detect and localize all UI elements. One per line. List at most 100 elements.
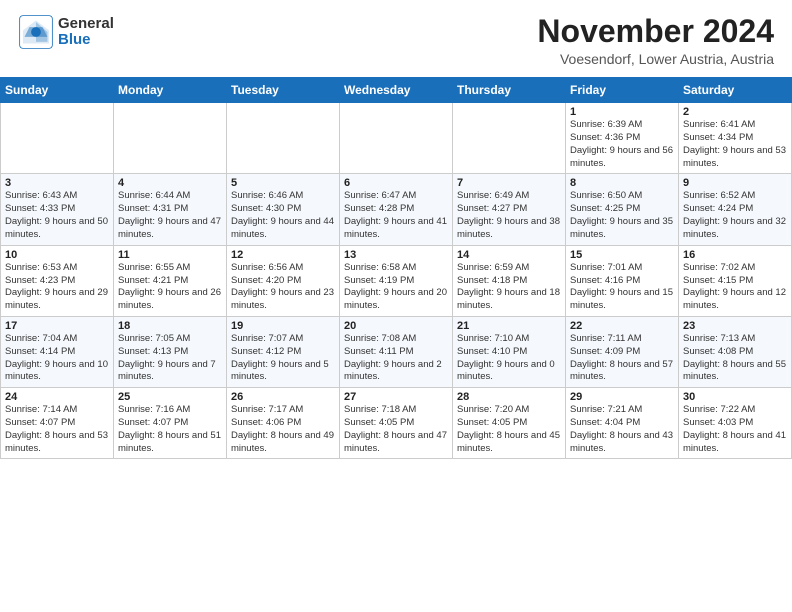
header-monday: Monday: [114, 78, 227, 103]
table-row: 3Sunrise: 6:43 AM Sunset: 4:33 PM Daylig…: [1, 174, 114, 245]
table-row: [340, 103, 453, 174]
table-row: 4Sunrise: 6:44 AM Sunset: 4:31 PM Daylig…: [114, 174, 227, 245]
calendar-week-row: 3Sunrise: 6:43 AM Sunset: 4:33 PM Daylig…: [1, 174, 792, 245]
day-number: 30: [683, 391, 787, 403]
day-info: Sunrise: 6:58 AM Sunset: 4:19 PM Dayligh…: [344, 262, 448, 313]
day-info: Sunrise: 7:18 AM Sunset: 4:05 PM Dayligh…: [344, 404, 448, 455]
day-number: 5: [231, 177, 335, 189]
day-number: 29: [570, 391, 674, 403]
table-row: 19Sunrise: 7:07 AM Sunset: 4:12 PM Dayli…: [227, 316, 340, 387]
day-info: Sunrise: 7:05 AM Sunset: 4:13 PM Dayligh…: [118, 333, 222, 384]
day-info: Sunrise: 7:14 AM Sunset: 4:07 PM Dayligh…: [5, 404, 109, 455]
table-row: 22Sunrise: 7:11 AM Sunset: 4:09 PM Dayli…: [566, 316, 679, 387]
day-info: Sunrise: 7:01 AM Sunset: 4:16 PM Dayligh…: [570, 262, 674, 313]
day-info: Sunrise: 7:21 AM Sunset: 4:04 PM Dayligh…: [570, 404, 674, 455]
table-row: 6Sunrise: 6:47 AM Sunset: 4:28 PM Daylig…: [340, 174, 453, 245]
day-number: 27: [344, 391, 448, 403]
day-info: Sunrise: 6:52 AM Sunset: 4:24 PM Dayligh…: [683, 190, 787, 241]
calendar-table: Sunday Monday Tuesday Wednesday Thursday…: [0, 77, 792, 459]
table-row: 18Sunrise: 7:05 AM Sunset: 4:13 PM Dayli…: [114, 316, 227, 387]
day-number: 6: [344, 177, 448, 189]
day-number: 28: [457, 391, 561, 403]
day-number: 10: [5, 249, 109, 261]
title-block: November 2024 Voesendorf, Lower Austria,…: [537, 14, 774, 67]
day-info: Sunrise: 7:02 AM Sunset: 4:15 PM Dayligh…: [683, 262, 787, 313]
logo: General Blue: [18, 14, 114, 50]
day-number: 22: [570, 320, 674, 332]
day-info: Sunrise: 7:13 AM Sunset: 4:08 PM Dayligh…: [683, 333, 787, 384]
day-number: 21: [457, 320, 561, 332]
table-row: 28Sunrise: 7:20 AM Sunset: 4:05 PM Dayli…: [453, 388, 566, 459]
day-info: Sunrise: 7:22 AM Sunset: 4:03 PM Dayligh…: [683, 404, 787, 455]
logo-text: General Blue: [58, 16, 114, 49]
header-sunday: Sunday: [1, 78, 114, 103]
day-info: Sunrise: 7:07 AM Sunset: 4:12 PM Dayligh…: [231, 333, 335, 384]
calendar-week-row: 1Sunrise: 6:39 AM Sunset: 4:36 PM Daylig…: [1, 103, 792, 174]
table-row: 13Sunrise: 6:58 AM Sunset: 4:19 PM Dayli…: [340, 245, 453, 316]
day-info: Sunrise: 7:10 AM Sunset: 4:10 PM Dayligh…: [457, 333, 561, 384]
table-row: 21Sunrise: 7:10 AM Sunset: 4:10 PM Dayli…: [453, 316, 566, 387]
table-row: [114, 103, 227, 174]
table-row: 25Sunrise: 7:16 AM Sunset: 4:07 PM Dayli…: [114, 388, 227, 459]
day-info: Sunrise: 7:17 AM Sunset: 4:06 PM Dayligh…: [231, 404, 335, 455]
day-number: 9: [683, 177, 787, 189]
day-info: Sunrise: 7:16 AM Sunset: 4:07 PM Dayligh…: [118, 404, 222, 455]
day-number: 12: [231, 249, 335, 261]
table-row: 24Sunrise: 7:14 AM Sunset: 4:07 PM Dayli…: [1, 388, 114, 459]
day-number: 26: [231, 391, 335, 403]
header: General Blue November 2024 Voesendorf, L…: [0, 0, 792, 75]
table-row: 2Sunrise: 6:41 AM Sunset: 4:34 PM Daylig…: [679, 103, 792, 174]
table-row: 11Sunrise: 6:55 AM Sunset: 4:21 PM Dayli…: [114, 245, 227, 316]
table-row: 29Sunrise: 7:21 AM Sunset: 4:04 PM Dayli…: [566, 388, 679, 459]
day-number: 18: [118, 320, 222, 332]
day-number: 20: [344, 320, 448, 332]
day-info: Sunrise: 6:56 AM Sunset: 4:20 PM Dayligh…: [231, 262, 335, 313]
location-subtitle: Voesendorf, Lower Austria, Austria: [537, 51, 774, 67]
table-row: [1, 103, 114, 174]
day-info: Sunrise: 6:47 AM Sunset: 4:28 PM Dayligh…: [344, 190, 448, 241]
day-number: 24: [5, 391, 109, 403]
day-number: 8: [570, 177, 674, 189]
header-thursday: Thursday: [453, 78, 566, 103]
table-row: 5Sunrise: 6:46 AM Sunset: 4:30 PM Daylig…: [227, 174, 340, 245]
table-row: 20Sunrise: 7:08 AM Sunset: 4:11 PM Dayli…: [340, 316, 453, 387]
day-info: Sunrise: 6:50 AM Sunset: 4:25 PM Dayligh…: [570, 190, 674, 241]
day-info: Sunrise: 6:49 AM Sunset: 4:27 PM Dayligh…: [457, 190, 561, 241]
table-row: 26Sunrise: 7:17 AM Sunset: 4:06 PM Dayli…: [227, 388, 340, 459]
page: General Blue November 2024 Voesendorf, L…: [0, 0, 792, 612]
day-info: Sunrise: 6:41 AM Sunset: 4:34 PM Dayligh…: [683, 119, 787, 170]
day-number: 13: [344, 249, 448, 261]
day-number: 1: [570, 106, 674, 118]
header-saturday: Saturday: [679, 78, 792, 103]
calendar-week-row: 10Sunrise: 6:53 AM Sunset: 4:23 PM Dayli…: [1, 245, 792, 316]
table-row: 30Sunrise: 7:22 AM Sunset: 4:03 PM Dayli…: [679, 388, 792, 459]
day-number: 2: [683, 106, 787, 118]
day-number: 23: [683, 320, 787, 332]
calendar-week-row: 24Sunrise: 7:14 AM Sunset: 4:07 PM Dayli…: [1, 388, 792, 459]
table-row: 27Sunrise: 7:18 AM Sunset: 4:05 PM Dayli…: [340, 388, 453, 459]
day-info: Sunrise: 7:04 AM Sunset: 4:14 PM Dayligh…: [5, 333, 109, 384]
table-row: 23Sunrise: 7:13 AM Sunset: 4:08 PM Dayli…: [679, 316, 792, 387]
day-info: Sunrise: 6:59 AM Sunset: 4:18 PM Dayligh…: [457, 262, 561, 313]
table-row: 17Sunrise: 7:04 AM Sunset: 4:14 PM Dayli…: [1, 316, 114, 387]
calendar-week-row: 17Sunrise: 7:04 AM Sunset: 4:14 PM Dayli…: [1, 316, 792, 387]
day-number: 11: [118, 249, 222, 261]
day-number: 15: [570, 249, 674, 261]
day-info: Sunrise: 7:20 AM Sunset: 4:05 PM Dayligh…: [457, 404, 561, 455]
day-info: Sunrise: 7:11 AM Sunset: 4:09 PM Dayligh…: [570, 333, 674, 384]
table-row: 10Sunrise: 6:53 AM Sunset: 4:23 PM Dayli…: [1, 245, 114, 316]
logo-general-text: General: [58, 16, 114, 33]
day-info: Sunrise: 6:53 AM Sunset: 4:23 PM Dayligh…: [5, 262, 109, 313]
table-row: 16Sunrise: 7:02 AM Sunset: 4:15 PM Dayli…: [679, 245, 792, 316]
day-number: 4: [118, 177, 222, 189]
day-number: 3: [5, 177, 109, 189]
day-info: Sunrise: 6:39 AM Sunset: 4:36 PM Dayligh…: [570, 119, 674, 170]
day-info: Sunrise: 6:43 AM Sunset: 4:33 PM Dayligh…: [5, 190, 109, 241]
header-tuesday: Tuesday: [227, 78, 340, 103]
day-number: 7: [457, 177, 561, 189]
logo-icon: [18, 14, 54, 50]
table-row: 9Sunrise: 6:52 AM Sunset: 4:24 PM Daylig…: [679, 174, 792, 245]
header-wednesday: Wednesday: [340, 78, 453, 103]
table-row: 15Sunrise: 7:01 AM Sunset: 4:16 PM Dayli…: [566, 245, 679, 316]
logo-blue-text: Blue: [58, 32, 114, 49]
